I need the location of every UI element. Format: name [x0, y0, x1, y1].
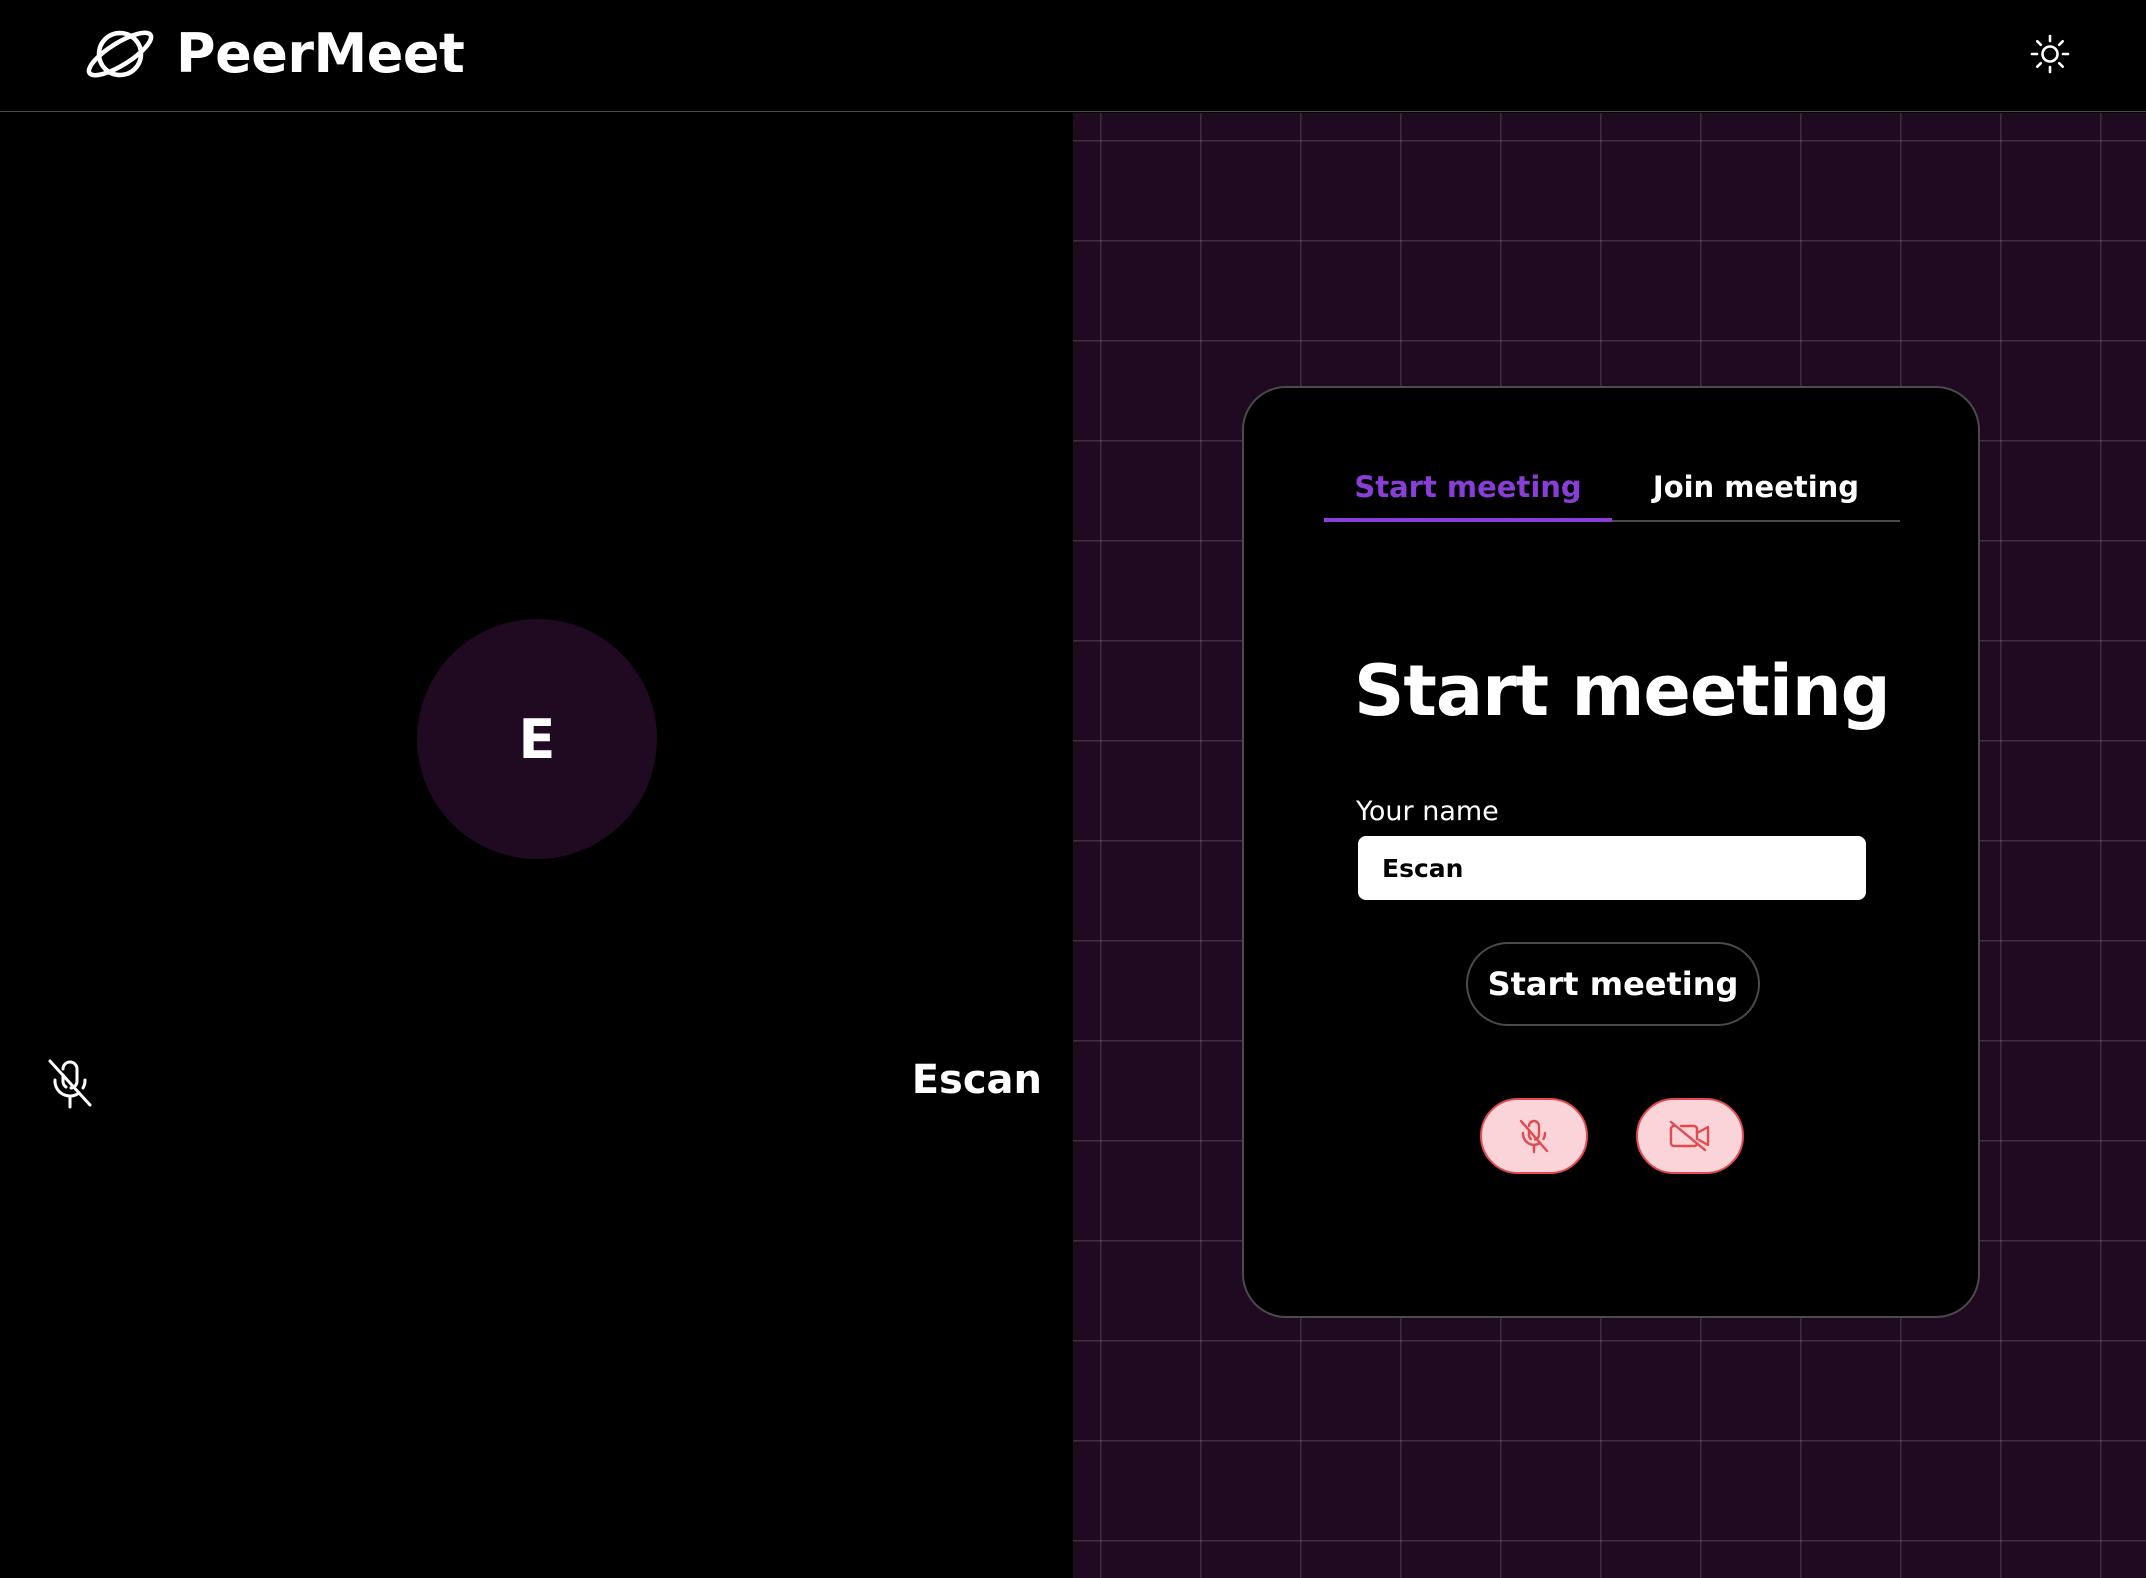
mic-toggle-button[interactable]	[1480, 1098, 1588, 1174]
brand-name: PeerMeet	[176, 22, 465, 85]
mic-off-icon	[1519, 1119, 1549, 1154]
meeting-card: Start meeting Join meeting Start meeting…	[1242, 386, 1980, 1318]
tab-start-meeting[interactable]: Start meeting	[1324, 468, 1612, 522]
tab-join-meeting[interactable]: Join meeting	[1612, 468, 1900, 522]
start-meeting-button[interactable]: Start meeting	[1466, 942, 1760, 1026]
app-header: PeerMeet	[0, 0, 2146, 112]
avatar-initial: E	[518, 707, 556, 771]
name-input[interactable]	[1358, 836, 1866, 900]
sun-icon	[2030, 34, 2070, 74]
participant-name: Escan	[911, 1057, 1042, 1103]
theme-toggle-button[interactable]	[2024, 28, 2076, 80]
planet-icon	[86, 30, 154, 78]
mic-off-icon	[48, 1059, 92, 1109]
card-title: Start meeting	[1354, 650, 1891, 732]
name-label: Your name	[1356, 796, 1499, 827]
camera-off-icon	[1669, 1120, 1710, 1152]
meeting-tabs: Start meeting Join meeting	[1324, 468, 1900, 522]
camera-toggle-button[interactable]	[1636, 1098, 1744, 1174]
logo[interactable]: PeerMeet	[82, 22, 465, 86]
avatar: E	[417, 619, 657, 859]
